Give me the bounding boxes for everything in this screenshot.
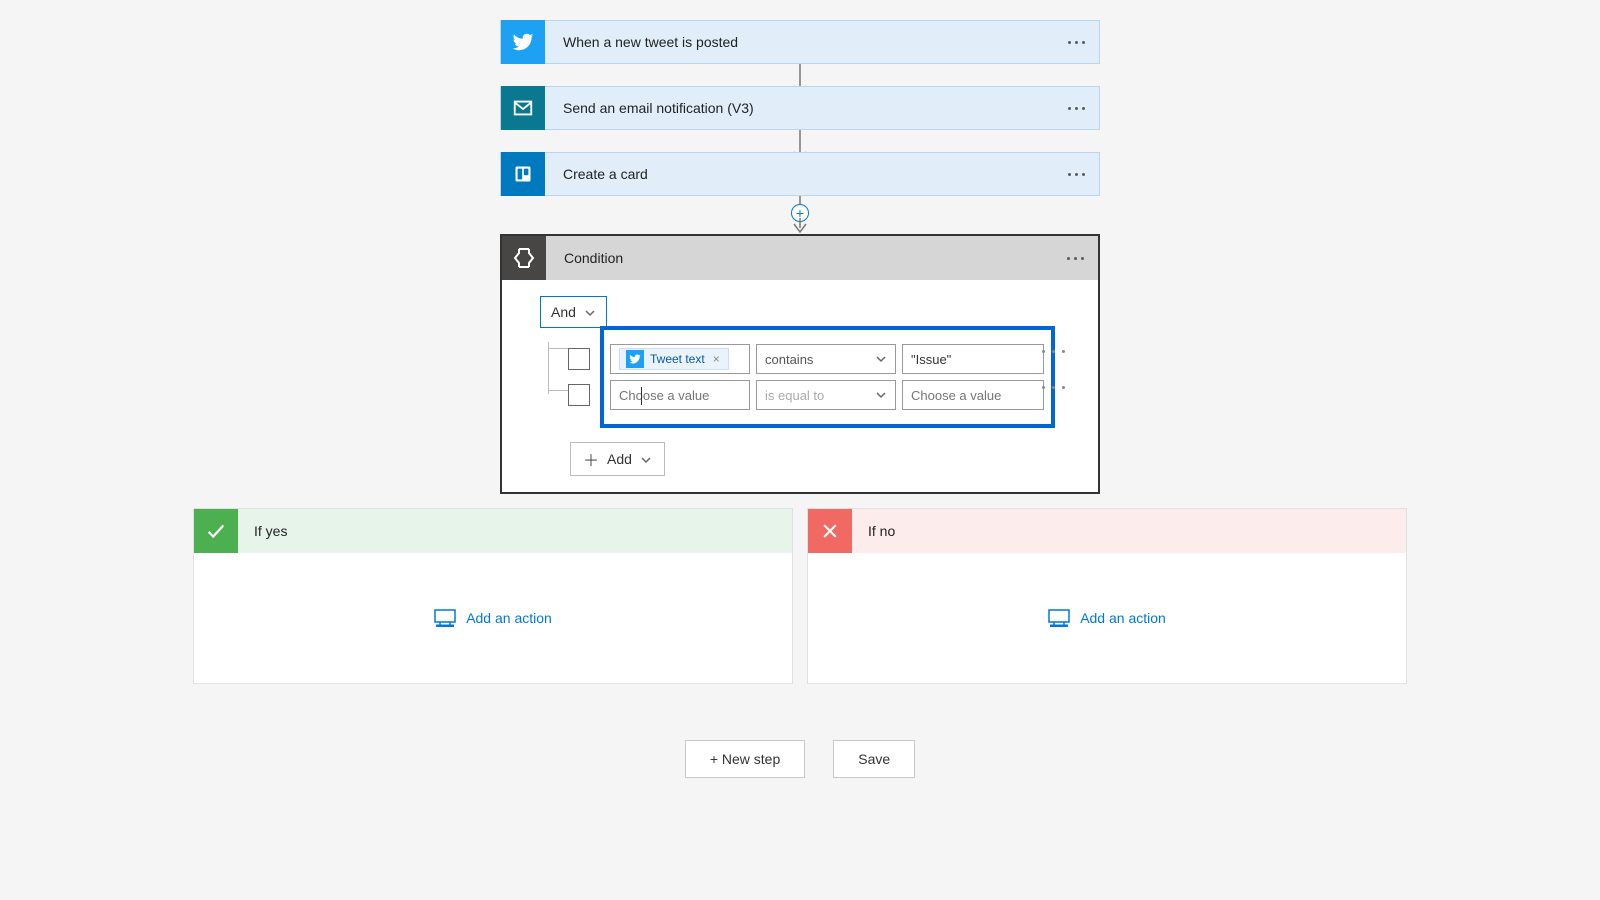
condition-body: And Tweet text bbox=[502, 280, 1098, 492]
step-menu-button[interactable] bbox=[1066, 21, 1087, 63]
add-action-icon bbox=[434, 609, 456, 627]
chevron-down-icon bbox=[875, 353, 887, 365]
close-icon bbox=[808, 509, 852, 553]
token-label: Tweet text bbox=[650, 352, 705, 366]
chevron-down-icon bbox=[640, 453, 652, 465]
step-send-email[interactable]: Send an email notification (V3) bbox=[500, 86, 1100, 130]
twitter-icon bbox=[501, 20, 545, 64]
condition-compare-value-field[interactable] bbox=[902, 344, 1044, 374]
connector-arrow bbox=[799, 130, 801, 152]
condition-rules-group: Tweet text × contains bbox=[600, 326, 1055, 428]
operator-label: contains bbox=[765, 352, 813, 367]
flow-canvas: When a new tweet is posted Send an email… bbox=[0, 0, 1600, 778]
branch-if-yes: If yes Add an action bbox=[193, 508, 793, 684]
step-create-card[interactable]: Create a card bbox=[500, 152, 1100, 196]
step-title: Send an email notification (V3) bbox=[545, 100, 754, 116]
mail-icon bbox=[501, 86, 545, 130]
add-action-button[interactable]: Add an action bbox=[1048, 609, 1166, 627]
add-label: Add bbox=[607, 451, 632, 467]
branch-header[interactable]: If yes bbox=[194, 509, 792, 553]
condition-title: Condition bbox=[546, 250, 623, 266]
token-remove-button[interactable]: × bbox=[711, 352, 722, 366]
save-label: Save bbox=[858, 751, 890, 767]
branch-header[interactable]: If no bbox=[808, 509, 1406, 553]
condition-header[interactable]: Condition bbox=[502, 236, 1098, 280]
plus-icon: ＋ bbox=[583, 447, 599, 471]
compare-value-input[interactable] bbox=[911, 388, 1035, 403]
twitter-icon bbox=[626, 350, 644, 368]
trello-icon bbox=[501, 152, 545, 196]
add-action-icon bbox=[1048, 609, 1070, 627]
branch-if-no: If no Add an action bbox=[807, 508, 1407, 684]
step-title: Create a card bbox=[545, 166, 648, 182]
compare-value-input[interactable] bbox=[911, 352, 1035, 367]
save-button[interactable]: Save bbox=[833, 740, 915, 778]
condition-value-field[interactable]: Tweet text × bbox=[610, 344, 750, 374]
step-menu-button[interactable] bbox=[1066, 153, 1087, 195]
add-action-label: Add an action bbox=[466, 610, 552, 626]
branch-title: If no bbox=[852, 523, 895, 539]
condition-compare-value-field[interactable] bbox=[902, 380, 1044, 410]
text-cursor bbox=[641, 387, 642, 405]
condition-branches: If yes Add an action If no bbox=[193, 508, 1407, 684]
condition-icon bbox=[502, 236, 546, 280]
step-condition[interactable]: Condition And bbox=[500, 234, 1100, 494]
connector-with-insert: + bbox=[799, 196, 801, 234]
check-icon bbox=[194, 509, 238, 553]
group-operator-select[interactable]: And bbox=[540, 296, 607, 328]
condition-rules-tree: Tweet text × contains bbox=[540, 326, 1072, 428]
connector-arrow bbox=[799, 64, 801, 86]
group-operator-label: And bbox=[551, 304, 576, 320]
condition-value-field[interactable] bbox=[610, 380, 750, 410]
row-menu-button[interactable] bbox=[1040, 386, 1067, 389]
step-menu-button[interactable] bbox=[1065, 236, 1086, 280]
condition-row: Tweet text × contains bbox=[610, 344, 1045, 374]
operator-placeholder: is equal to bbox=[765, 388, 824, 403]
step-twitter-trigger[interactable]: When a new tweet is posted bbox=[500, 20, 1100, 64]
step-menu-button[interactable] bbox=[1066, 87, 1087, 129]
new-step-button[interactable]: + New step bbox=[685, 740, 805, 778]
value-input[interactable] bbox=[619, 388, 741, 403]
chevron-down-icon bbox=[584, 306, 596, 318]
row-menu-button[interactable] bbox=[1040, 350, 1067, 353]
branch-title: If yes bbox=[238, 523, 287, 539]
add-condition-button[interactable]: ＋ Add bbox=[570, 442, 665, 476]
condition-row: is equal to bbox=[610, 380, 1045, 410]
new-step-label: + New step bbox=[710, 751, 780, 767]
condition-operator-select[interactable]: contains bbox=[756, 344, 896, 374]
dynamic-token-tweet-text[interactable]: Tweet text × bbox=[619, 348, 729, 370]
add-action-button[interactable]: Add an action bbox=[434, 609, 552, 627]
row-select-checkbox[interactable] bbox=[568, 384, 590, 406]
row-select-checkbox[interactable] bbox=[568, 348, 590, 370]
condition-operator-select[interactable]: is equal to bbox=[756, 380, 896, 410]
chevron-down-icon bbox=[875, 389, 887, 401]
add-action-label: Add an action bbox=[1080, 610, 1166, 626]
flow-footer: + New step Save bbox=[685, 740, 915, 778]
step-title: When a new tweet is posted bbox=[545, 34, 738, 50]
